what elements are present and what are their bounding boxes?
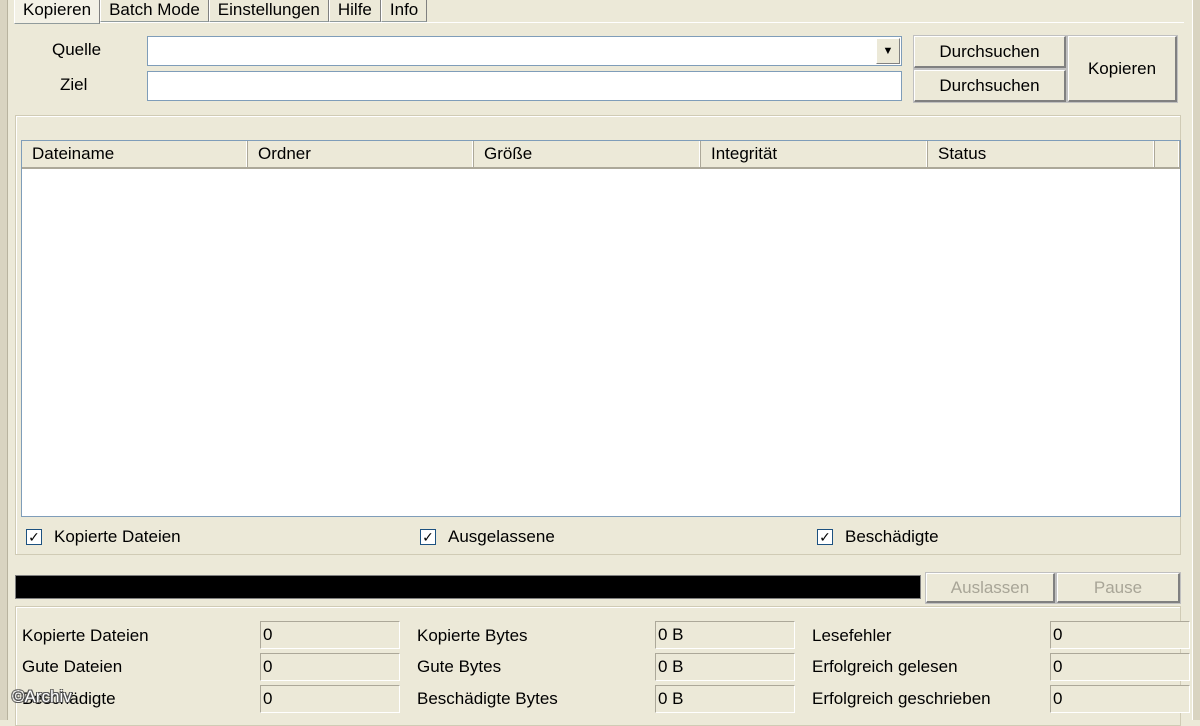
progress-bar — [15, 575, 921, 599]
stat-value: 0 B — [655, 685, 795, 713]
checkbox-damaged-icon[interactable]: ✓ — [817, 529, 833, 545]
statistics-group — [15, 606, 1181, 726]
stat-value: 0 — [260, 685, 400, 713]
source-combobox[interactable]: ▼ — [147, 36, 902, 66]
column-header-dateiname[interactable]: Dateiname — [22, 141, 248, 167]
column-header-integritaet[interactable]: Integrität — [701, 141, 928, 167]
stat-value: 0 — [1050, 621, 1190, 649]
pause-button[interactable]: Pause — [1056, 572, 1181, 604]
stat-label: Kopierte Dateien — [22, 626, 149, 645]
tab-batch-mode[interactable]: Batch Mode — [100, 0, 209, 22]
tab-panel-edge — [14, 22, 1184, 23]
browse-source-button[interactable]: Durchsuchen — [913, 35, 1067, 69]
stat-value: 0 — [260, 653, 400, 681]
stat-label: Erfolgreich geschrieben — [812, 689, 991, 708]
stat-value: 0 — [1050, 685, 1190, 713]
stat-label: Kopierte Bytes — [417, 626, 528, 645]
source-label: Quelle — [52, 40, 102, 59]
stat-label: Lesefehler — [812, 626, 892, 645]
column-header-groesse[interactable]: Größe — [474, 141, 701, 167]
file-list[interactable]: Dateiname Ordner Größe Integrität Status — [21, 140, 1181, 517]
window-left-border — [0, 0, 8, 720]
filter-skipped-label: Ausgelassene — [448, 527, 555, 546]
target-label: Ziel — [60, 75, 88, 94]
filter-damaged-label: Beschädigte — [845, 527, 939, 546]
checkbox-skipped-icon[interactable]: ✓ — [420, 529, 436, 545]
checkbox-copied-icon[interactable]: ✓ — [26, 529, 42, 545]
filter-copied-label: Kopierte Dateien — [54, 527, 181, 546]
filter-copied[interactable]: ✓ Kopierte Dateien — [26, 526, 181, 548]
column-header-ordner[interactable]: Ordner — [248, 141, 474, 167]
stat-value: 0 B — [655, 653, 795, 681]
dropdown-arrow-icon[interactable]: ▼ — [876, 38, 900, 64]
stat-label: Gute Dateien — [22, 657, 123, 676]
stat-value: 0 — [260, 621, 400, 649]
stat-label: Beschädigte Bytes — [417, 689, 558, 708]
tab-info[interactable]: Info — [380, 0, 428, 22]
stat-label: Erfolgreich gelesen — [812, 657, 958, 676]
column-header-status[interactable]: Status — [928, 141, 1155, 167]
stat-value: 0 — [1050, 653, 1190, 681]
filter-damaged[interactable]: ✓ Beschädigte — [817, 526, 939, 548]
tab-einstellungen[interactable]: Einstellungen — [208, 0, 329, 22]
column-header-filler — [1155, 141, 1180, 167]
watermark: ©Archiv — [12, 687, 72, 706]
stat-value: 0 B — [655, 621, 795, 649]
copy-button[interactable]: Kopieren — [1067, 35, 1178, 103]
window-right-border — [1192, 0, 1200, 720]
filter-skipped[interactable]: ✓ Ausgelassene — [420, 526, 555, 548]
skip-button[interactable]: Auslassen — [925, 572, 1056, 604]
stat-label: Gute Bytes — [417, 657, 502, 676]
tab-kopieren[interactable]: Kopieren — [14, 0, 101, 24]
browse-target-button[interactable]: Durchsuchen — [913, 69, 1067, 103]
file-list-header: Dateiname Ordner Größe Integrität Status — [22, 141, 1180, 169]
target-input[interactable] — [147, 71, 902, 101]
tab-hilfe[interactable]: Hilfe — [328, 0, 381, 22]
tab-strip: Kopieren Batch Mode Einstellungen Hilfe … — [14, 0, 428, 24]
